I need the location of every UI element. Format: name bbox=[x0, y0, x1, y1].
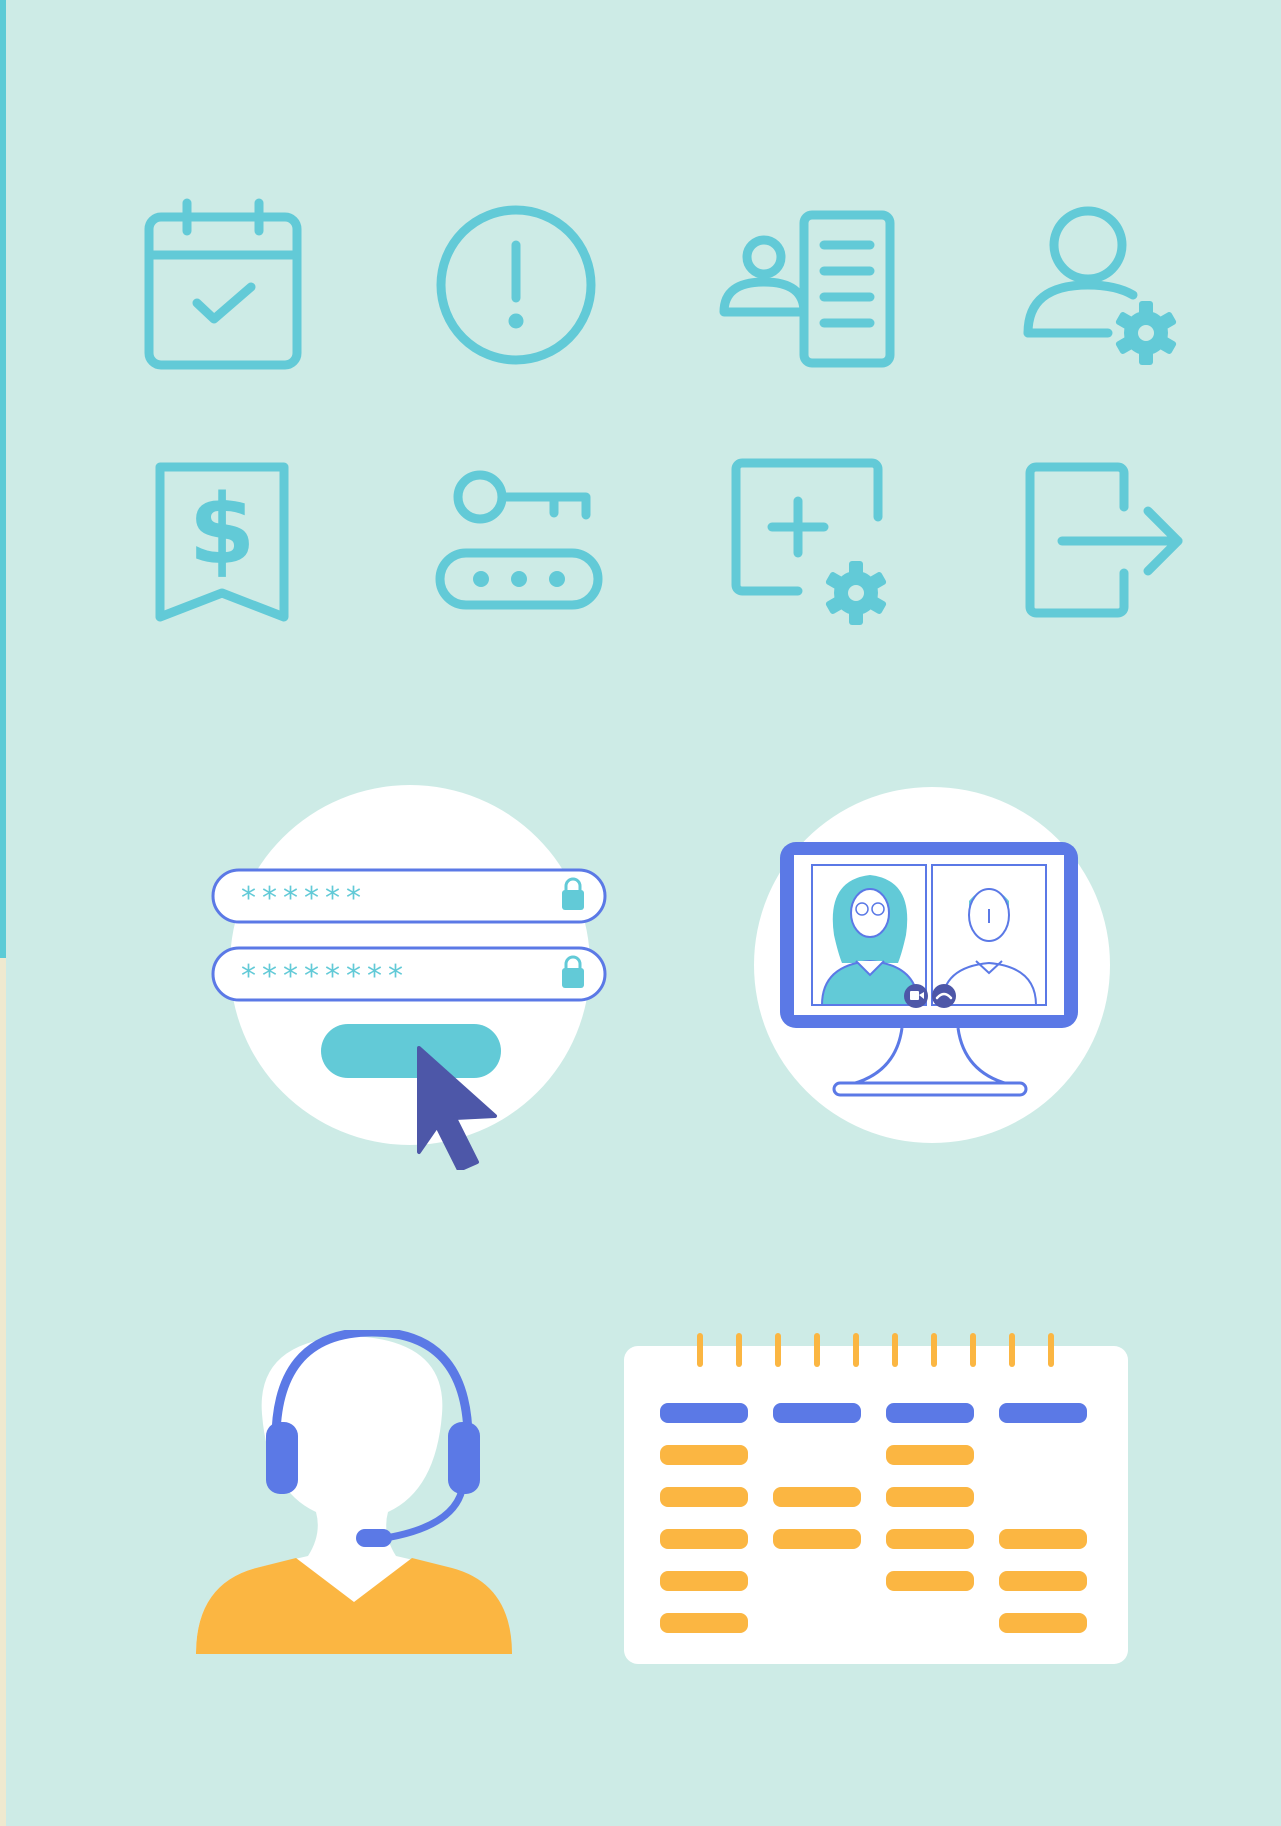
password-field-1[interactable]: ****** bbox=[211, 868, 607, 924]
key-password-icon bbox=[430, 455, 610, 635]
participant-woman bbox=[811, 864, 927, 1006]
support-agent-illustration bbox=[190, 1330, 540, 1660]
user-document-icon bbox=[716, 195, 896, 375]
alert-circle-icon bbox=[430, 195, 610, 375]
user-settings-icon bbox=[1018, 195, 1198, 375]
password-field-2[interactable]: ******** bbox=[211, 946, 607, 1002]
logout-icon bbox=[1018, 455, 1198, 635]
hang-up-button[interactable] bbox=[932, 984, 956, 1008]
add-settings-icon bbox=[728, 455, 908, 635]
login-button[interactable] bbox=[321, 1024, 501, 1078]
edge-strip-cream bbox=[0, 958, 6, 1826]
password-field-1-value: ****** bbox=[241, 881, 367, 916]
schedule-calendar-illustration bbox=[620, 1330, 1132, 1670]
edge-strip-teal bbox=[0, 0, 6, 958]
svg-text:$: $ bbox=[189, 474, 256, 586]
video-call-illustration bbox=[752, 785, 1122, 1155]
calendar-check-icon bbox=[134, 195, 314, 375]
icon-sheet: $ ****** ******** bbox=[0, 0, 1281, 1826]
password-field-2-value: ******** bbox=[241, 959, 409, 994]
login-illustration: ****** ******** bbox=[205, 780, 625, 1170]
dollar-bookmark-icon: $ bbox=[144, 455, 324, 635]
participant-man bbox=[931, 864, 1047, 1006]
